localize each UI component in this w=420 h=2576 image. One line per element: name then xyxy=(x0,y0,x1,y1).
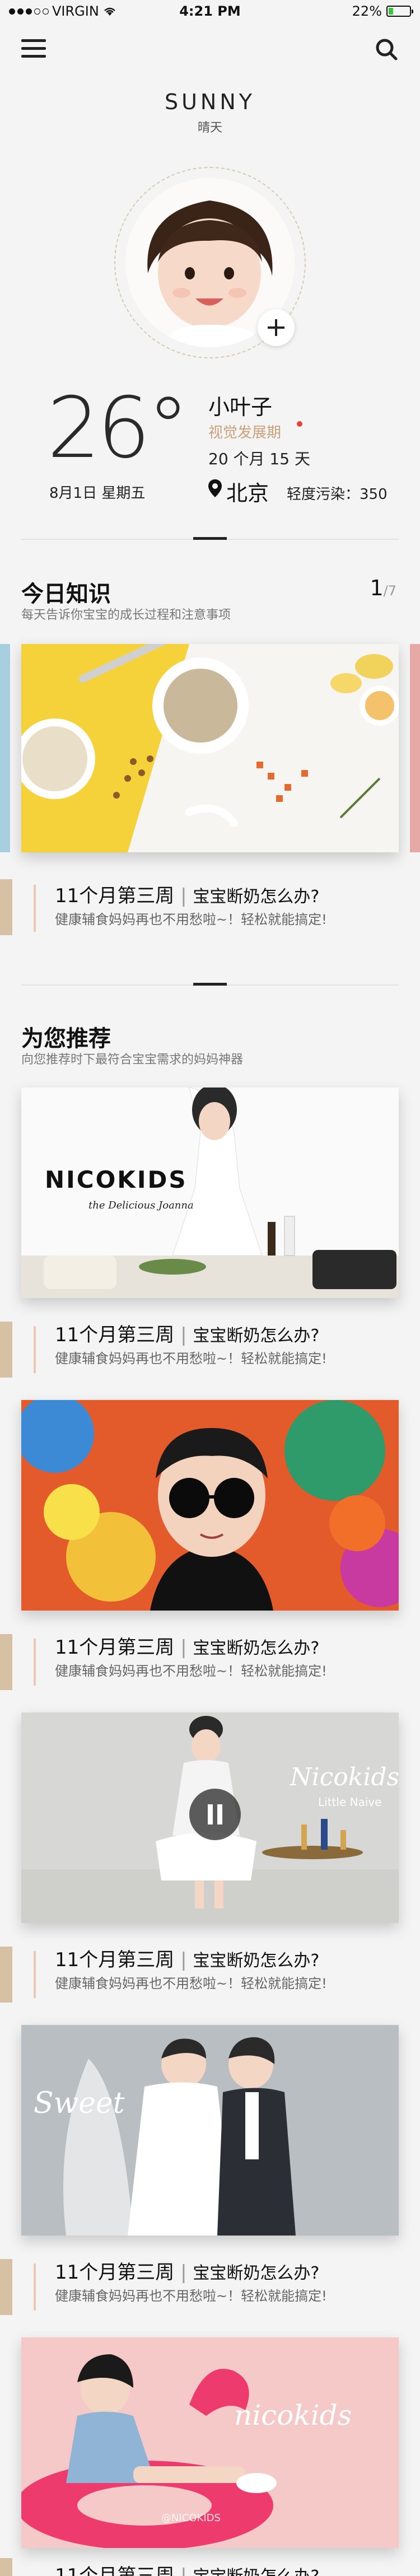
brand-text: Nicokids. xyxy=(290,1763,399,1791)
card-title-sep: | xyxy=(180,2261,187,2284)
weather-title: SUNNY xyxy=(165,90,255,114)
menu-icon[interactable] xyxy=(21,39,46,58)
brand-subtext: the Delicious Joanna xyxy=(88,1200,194,1211)
recommend-subtitle: 向您推荐时下最符合宝宝需求的妈妈神器 xyxy=(21,1053,244,1067)
brand-subtext: Little Naive xyxy=(318,1795,382,1809)
knowledge-pager: 1/7 xyxy=(370,576,396,600)
battery-group: 22% xyxy=(352,3,413,19)
development-stage: 视觉发展期 xyxy=(208,424,282,441)
recommend-card-title-5[interactable]: 11个月第三周 | 宝宝断奶怎么办? xyxy=(55,2560,319,2576)
recommend-card-title-1[interactable]: 11个月第三周 | 宝宝断奶怎么办? xyxy=(55,1319,319,1347)
card-title-main: 11个月第三周 xyxy=(55,2261,175,2284)
status-bar: VIRGIN 4:21 PM 22% xyxy=(0,0,420,22)
knowledge-title: 今日知识 xyxy=(21,581,111,607)
card-accent-bar xyxy=(34,1326,36,1373)
kid-name: 小叶子 xyxy=(208,395,273,419)
recommend-card-image-1[interactable]: NICOKIDS the Delicious Joanna xyxy=(21,1088,399,1298)
card-side-strip xyxy=(0,2558,12,2576)
card-title-question: 宝宝断奶怎么办? xyxy=(193,887,320,907)
recommend-card-title-3[interactable]: 11个月第三周 | 宝宝断奶怎么办? xyxy=(55,1944,319,1972)
card-title-question: 宝宝断奶怎么办? xyxy=(193,1639,320,1658)
recommend-card-desc-4: 健康辅食妈妈再也不用愁啦~！轻松就能搞定! xyxy=(55,2288,327,2304)
carousel-prev-peek[interactable] xyxy=(0,644,10,852)
card-side-strip xyxy=(0,879,12,935)
card-title-question: 宝宝断奶怎么办? xyxy=(193,1951,320,1971)
brand-text: nicokids xyxy=(234,2399,352,2432)
card-title-question: 宝宝断奶怎么办? xyxy=(193,1326,320,1346)
city-name[interactable]: 北京 xyxy=(226,476,269,507)
card-title-main: 11个月第三周 xyxy=(55,2565,175,2576)
brand-text: Sweet xyxy=(34,2087,125,2120)
temperature: 26° xyxy=(47,380,189,477)
carousel-next-peek[interactable] xyxy=(410,644,420,852)
kid-age: 20 个月 15 天 xyxy=(208,450,310,468)
recommend-card-image-2[interactable] xyxy=(21,1400,399,1611)
card-title-main: 11个月第三周 xyxy=(55,1636,175,1659)
card-side-strip xyxy=(0,1634,12,1690)
card-side-strip xyxy=(0,2259,12,2315)
card-side-strip xyxy=(0,1947,12,2003)
card-title-question: 宝宝断奶怎么办? xyxy=(193,2567,319,2576)
card-title-question: 宝宝断奶怎么办? xyxy=(193,2264,320,2283)
date-weekday: 8月1日 星期五 xyxy=(49,485,146,502)
card-title-main: 11个月第三周 xyxy=(55,1949,175,1971)
card-accent-bar xyxy=(34,885,36,932)
location-pin-icon xyxy=(208,479,222,497)
card-title-sep: | xyxy=(180,1949,187,1971)
notification-dot xyxy=(297,421,302,427)
search-icon[interactable] xyxy=(374,37,399,62)
knowledge-card-desc: 健康辅食妈妈再也不用愁啦~！轻松就能搞定! xyxy=(55,912,327,927)
recommend-card-image-5[interactable]: nicokids @NICOKIDS xyxy=(21,2337,399,2548)
add-icon[interactable] xyxy=(258,309,295,346)
recommend-card-desc-3: 健康辅食妈妈再也不用愁啦~！轻松就能搞定! xyxy=(55,1976,327,1991)
recommend-card-title-2[interactable]: 11个月第三周 | 宝宝断奶怎么办? xyxy=(55,1632,319,1659)
card-title-main: 11个月第三周 xyxy=(55,885,175,907)
card-title-main: 11个月第三周 xyxy=(55,1324,175,1346)
brand-text: NICOKIDS xyxy=(45,1166,188,1193)
watermark: @NICOKIDS xyxy=(161,2512,221,2524)
recommend-card-desc-1: 健康辅食妈妈再也不用愁啦~！轻松就能搞定! xyxy=(55,1351,327,1366)
battery-percent: 22% xyxy=(352,3,382,19)
pager-total: /7 xyxy=(383,583,396,599)
section-marker xyxy=(193,537,227,540)
pause-icon[interactable] xyxy=(189,1789,241,1840)
recommend-card-desc-2: 健康辅食妈妈再也不用愁啦~！轻松就能搞定! xyxy=(55,1663,327,1679)
battery-icon xyxy=(386,6,413,17)
knowledge-card-image[interactable] xyxy=(21,644,399,852)
pager-current: 1 xyxy=(370,576,384,600)
card-title-sep: | xyxy=(180,2565,187,2576)
knowledge-card-title[interactable]: 11个月第三周 | 宝宝断奶怎么办? xyxy=(55,880,319,908)
weather-subtitle: 晴天 xyxy=(197,121,222,135)
card-side-strip xyxy=(0,1322,12,1378)
recommend-card-title-4[interactable]: 11个月第三周 | 宝宝断奶怎么办? xyxy=(55,2257,319,2284)
card-accent-bar xyxy=(34,1639,36,1686)
card-accent-bar xyxy=(34,1951,36,1998)
card-title-sep: | xyxy=(180,1636,187,1659)
card-accent-bar xyxy=(34,2264,36,2311)
recommend-card-image-3[interactable]: Nicokids. Little Naive xyxy=(21,1712,399,1923)
card-title-sep: | xyxy=(180,1324,187,1346)
pollution-index: 轻度污染：350 xyxy=(287,486,388,503)
recommend-card-image-4[interactable]: Sweet xyxy=(21,2025,399,2236)
recommend-title: 为您推荐 xyxy=(21,1026,111,1052)
card-title-sep: | xyxy=(180,885,187,907)
knowledge-subtitle: 每天告诉你宝宝的成长过程和注意事项 xyxy=(21,608,231,622)
section-marker xyxy=(193,983,227,986)
